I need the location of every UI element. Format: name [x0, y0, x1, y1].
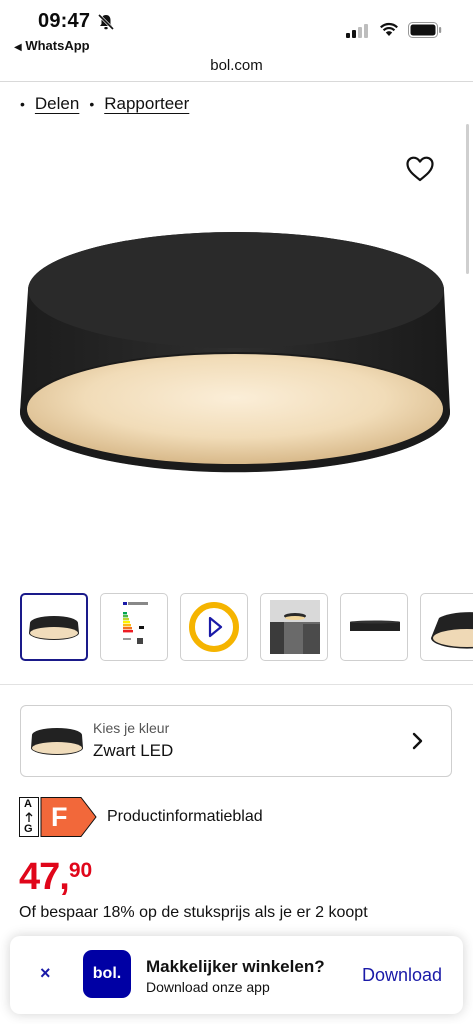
energy-label-thumb-image: [123, 602, 148, 644]
thumbnail-video[interactable]: [180, 593, 248, 661]
color-swatch-image: [31, 728, 83, 755]
energy-scale-bottom: G: [24, 823, 33, 835]
bullet: •: [89, 96, 95, 112]
play-icon: [189, 602, 239, 652]
section-divider: [0, 684, 473, 685]
address-bar-url[interactable]: bol.com: [0, 57, 473, 74]
thumbnail-side[interactable]: [340, 593, 408, 661]
back-triangle-icon: ◀: [14, 42, 22, 53]
lamp-angle-thumb-image: [431, 612, 473, 649]
banner-subtitle: Download onze app: [146, 979, 270, 995]
thumbnail-room[interactable]: [260, 593, 328, 661]
energy-label-badge[interactable]: A G F: [19, 797, 97, 837]
thumbnail-angle[interactable]: [420, 593, 473, 661]
wifi-icon: [380, 22, 398, 36]
close-icon[interactable]: ×: [40, 963, 51, 984]
product-main-image[interactable]: [18, 228, 454, 478]
bundle-offer-text: Of bespaar 18% op de stuksprijs als je e…: [19, 904, 368, 921]
price: 47,90: [19, 856, 92, 899]
color-value: Zwart LED: [93, 741, 174, 760]
battery-icon: [408, 22, 442, 38]
chevron-right-icon: [412, 732, 423, 750]
price-whole: 47: [19, 856, 60, 898]
energy-scale-top: A: [24, 798, 32, 810]
share-link[interactable]: Delen: [35, 94, 79, 114]
share-report-links: • Delen • Rapporteer: [20, 94, 189, 114]
bell-slash-icon: [97, 13, 115, 31]
lamp-side-thumb-image: [350, 620, 400, 631]
lamp-thumb-image: [29, 616, 79, 640]
price-separator: ,: [59, 856, 70, 898]
price-cents: 90: [68, 859, 93, 882]
scrollbar[interactable]: [466, 124, 469, 274]
bol-app-logo: bol.: [83, 950, 131, 998]
thumbnail-energy-label[interactable]: [100, 593, 168, 661]
heart-icon[interactable]: [404, 153, 436, 185]
back-app-label: WhatsApp: [25, 38, 90, 53]
room-thumb-image: [270, 600, 320, 654]
toolbar-divider: [0, 81, 473, 82]
signal-icon: [346, 24, 368, 38]
report-link[interactable]: Rapporteer: [104, 94, 189, 114]
energy-class: F: [51, 802, 68, 832]
product-info-sheet-link[interactable]: Productinformatieblad: [107, 808, 263, 826]
color-label: Kies je kleur: [93, 720, 170, 736]
bullet: •: [20, 96, 25, 112]
download-button[interactable]: Download: [362, 965, 442, 986]
back-to-app-link[interactable]: ◀ WhatsApp: [14, 38, 90, 53]
status-time: 09:47: [38, 10, 91, 32]
banner-title: Makkelijker winkelen?: [146, 957, 325, 976]
color-selector[interactable]: [20, 705, 452, 777]
thumbnail-1[interactable]: [20, 593, 88, 661]
